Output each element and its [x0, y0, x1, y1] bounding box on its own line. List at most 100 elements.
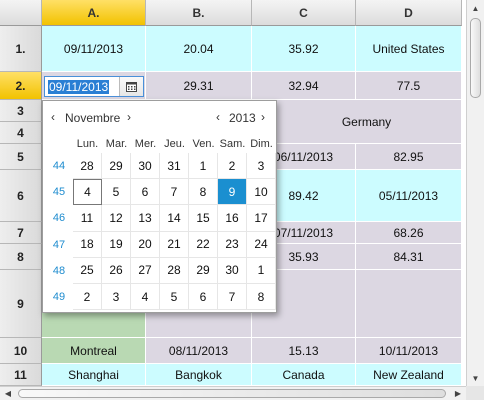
cell-c11[interactable]: Canada	[252, 364, 356, 386]
cell-b10[interactable]: 08/11/2013	[146, 338, 252, 364]
calendar-day[interactable]: 29	[102, 153, 131, 180]
row-header-9[interactable]: 9	[0, 270, 42, 338]
next-month-button[interactable]: ›	[127, 110, 131, 124]
row-header-1[interactable]: 1.	[0, 26, 42, 72]
calendar-day[interactable]: 7	[160, 179, 189, 206]
year-label: 2013	[229, 111, 256, 125]
calendar-grid: Lun. Mar. Mer. Jeu. Ven. Sam. Dim. 44 28 29 30 31 1 2…	[43, 135, 276, 312]
row-header-8[interactable]: 8	[0, 244, 42, 270]
scroll-left-icon[interactable]: ◀	[0, 387, 16, 400]
horizontal-scroll-thumb[interactable]	[18, 389, 446, 398]
cell-d1[interactable]: United States	[356, 26, 462, 72]
calendar-day[interactable]: 11	[73, 205, 102, 232]
calendar-day-today[interactable]: 4	[73, 179, 102, 206]
calendar-day[interactable]: 3	[247, 153, 276, 180]
scroll-down-icon[interactable]: ▼	[467, 370, 484, 386]
row-header-3[interactable]: 3	[0, 100, 42, 122]
calendar-day[interactable]: 1	[189, 153, 218, 180]
calendar-day[interactable]: 22	[189, 231, 218, 258]
vertical-scroll-thumb[interactable]	[470, 18, 481, 98]
calendar-day[interactable]: 6	[189, 284, 218, 311]
calendar-day[interactable]: 8	[247, 284, 276, 311]
calendar-day[interactable]: 15	[189, 205, 218, 232]
horizontal-scrollbar[interactable]: ◀ ▶	[0, 386, 466, 400]
cell-c10[interactable]: 15.13	[252, 338, 356, 364]
calendar-day[interactable]: 29	[189, 257, 218, 284]
calendar-day[interactable]: 6	[131, 179, 160, 206]
cell-d6[interactable]: 05/11/2013	[356, 170, 462, 222]
cell-c2[interactable]: 32.94	[252, 72, 356, 100]
calendar-day[interactable]: 30	[131, 153, 160, 180]
date-input-value[interactable]: 09/11/2013	[48, 80, 110, 94]
week-number: 48	[52, 264, 66, 277]
calendar-day[interactable]: 1	[247, 257, 276, 284]
calendar-day[interactable]: 5	[102, 179, 131, 206]
prev-year-button[interactable]: ‹	[216, 110, 220, 124]
calendar-day[interactable]: 4	[131, 284, 160, 311]
calendar-day[interactable]: 12	[102, 205, 131, 232]
cell-d10[interactable]: 10/11/2013	[356, 338, 462, 364]
calendar-day[interactable]: 7	[218, 284, 247, 311]
cell-b11[interactable]: Bangkok	[146, 364, 252, 386]
calendar-day[interactable]: 21	[160, 231, 189, 258]
calendar-icon	[126, 81, 137, 92]
calendar-day[interactable]: 25	[73, 257, 102, 284]
column-header-a[interactable]: A.	[42, 0, 146, 26]
row-header-7[interactable]: 7	[0, 222, 42, 244]
cell-d11[interactable]: New Zealand	[356, 364, 462, 386]
calendar-day[interactable]: 13	[131, 205, 160, 232]
calendar-day[interactable]: 2	[73, 284, 102, 311]
calendar-day[interactable]: 28	[73, 153, 102, 180]
calendar-day[interactable]: 16	[218, 205, 247, 232]
column-header-c[interactable]: C	[252, 0, 356, 26]
scroll-up-icon[interactable]: ▲	[467, 0, 484, 16]
calendar-day[interactable]: 8	[189, 179, 218, 206]
scroll-right-icon[interactable]: ▶	[450, 387, 466, 400]
cell-d5[interactable]: 82.95	[356, 144, 462, 170]
row-header-11[interactable]: 11	[0, 364, 42, 386]
row-header-5[interactable]: 5	[0, 144, 42, 170]
date-picker-field[interactable]: 09/11/2013	[44, 76, 144, 97]
week-number: 44	[52, 160, 66, 173]
calendar-day[interactable]: 14	[160, 205, 189, 232]
calendar-button[interactable]	[119, 77, 143, 96]
vertical-scrollbar[interactable]: ▲ ▼	[466, 0, 484, 386]
cell-d2[interactable]: 77.5	[356, 72, 462, 100]
calendar-day[interactable]: 10	[247, 179, 276, 206]
calendar-day[interactable]: 18	[73, 231, 102, 258]
month-label: Novembre	[65, 111, 121, 125]
cell-a10[interactable]: Montreal	[42, 338, 146, 364]
calendar-day[interactable]: 17	[247, 205, 276, 232]
calendar-day[interactable]: 31	[160, 153, 189, 180]
calendar-day[interactable]: 30	[218, 257, 247, 284]
calendar-day[interactable]: 28	[160, 257, 189, 284]
cell-a11[interactable]: Shanghai	[42, 364, 146, 386]
calendar-day[interactable]: 26	[102, 257, 131, 284]
calendar-day[interactable]: 2	[218, 153, 247, 180]
calendar-day[interactable]: 5	[160, 284, 189, 311]
cell-d8[interactable]: 84.31	[356, 244, 462, 270]
calendar-day[interactable]: 24	[247, 231, 276, 258]
next-year-button[interactable]: ›	[261, 110, 265, 124]
calendar-day[interactable]: 20	[131, 231, 160, 258]
cell-d9[interactable]	[356, 270, 462, 338]
calendar-day[interactable]: 19	[102, 231, 131, 258]
cell-b2[interactable]: 29.31	[146, 72, 252, 100]
cell-c1[interactable]: 35.92	[252, 26, 356, 72]
column-header-d[interactable]: D	[356, 0, 462, 26]
calendar-day[interactable]: 23	[218, 231, 247, 258]
cell-b1[interactable]: 20.04	[146, 26, 252, 72]
weekday-header: Sam.	[219, 138, 246, 150]
calendar-day[interactable]: 3	[102, 284, 131, 311]
corner-header[interactable]	[0, 0, 42, 26]
row-header-4[interactable]: 4	[0, 122, 42, 144]
cell-a1[interactable]: 09/11/2013	[42, 26, 146, 72]
row-header-6[interactable]: 6	[0, 170, 42, 222]
cell-d7[interactable]: 68.26	[356, 222, 462, 244]
prev-month-button[interactable]: ‹	[51, 110, 55, 124]
row-header-2[interactable]: 2.	[0, 72, 42, 100]
calendar-day-selected[interactable]: 9	[218, 179, 247, 206]
calendar-day[interactable]: 27	[131, 257, 160, 284]
column-header-b[interactable]: B.	[146, 0, 252, 26]
row-header-10[interactable]: 10	[0, 338, 42, 364]
